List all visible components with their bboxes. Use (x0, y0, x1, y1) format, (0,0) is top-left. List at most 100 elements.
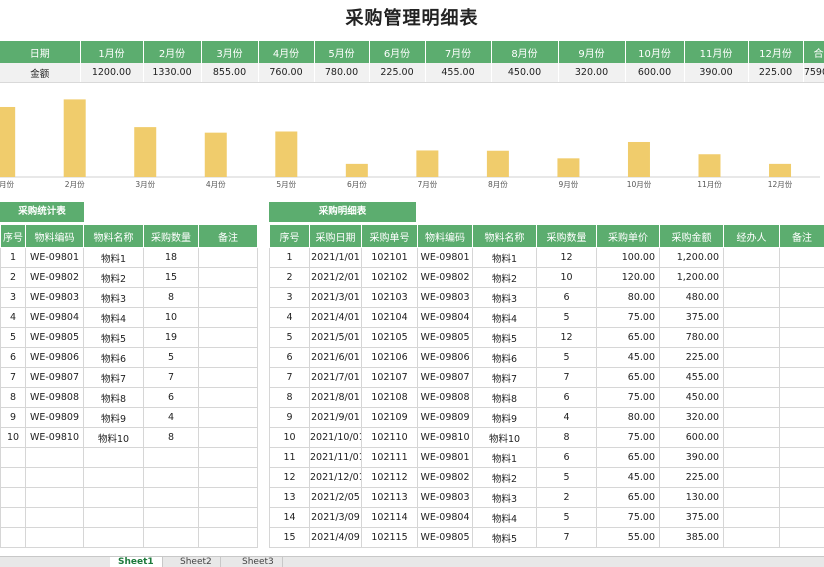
table-cell[interactable]: 物料3 (473, 288, 537, 308)
table-cell[interactable]: 320.00 (660, 408, 724, 428)
table-cell[interactable]: 102107 (362, 368, 418, 388)
table-cell[interactable]: 65.00 (597, 368, 660, 388)
table-cell[interactable] (724, 448, 780, 468)
column-header[interactable]: 备注 (199, 225, 258, 248)
empty-cell[interactable] (1, 488, 26, 508)
table-cell[interactable]: WE-09806 (418, 348, 473, 368)
table-cell[interactable] (724, 348, 780, 368)
table-cell[interactable]: WE-09803 (418, 288, 473, 308)
table-cell[interactable]: 9 (1, 408, 26, 428)
table-cell[interactable] (199, 428, 258, 448)
month-amount-cell[interactable]: 1200.00 (80, 63, 143, 83)
table-cell[interactable]: 物料1 (473, 448, 537, 468)
table-cell[interactable]: 物料9 (473, 408, 537, 428)
table-cell[interactable]: 130.00 (660, 488, 724, 508)
table-cell[interactable]: 2021/9/01 (310, 408, 362, 428)
table-cell[interactable]: 18 (144, 248, 199, 268)
table-cell[interactable]: WE-09805 (418, 328, 473, 348)
table-cell[interactable]: 225.00 (660, 348, 724, 368)
table-cell[interactable]: WE-09808 (418, 388, 473, 408)
empty-cell[interactable] (199, 468, 258, 488)
table-cell[interactable]: 7 (537, 528, 597, 548)
table-cell[interactable]: 5 (537, 468, 597, 488)
month-header-cell[interactable]: 3月份 (201, 41, 258, 63)
table-cell[interactable]: 2021/3/01 (310, 288, 362, 308)
table-cell[interactable]: 15 (270, 528, 310, 548)
column-header[interactable]: 经办人 (724, 225, 780, 248)
table-cell[interactable]: 8 (144, 288, 199, 308)
empty-cell[interactable] (84, 508, 144, 528)
month-header-cell[interactable]: 6月份 (369, 41, 425, 63)
table-cell[interactable]: 19 (144, 328, 199, 348)
table-cell[interactable]: 10 (144, 308, 199, 328)
month-header-cell[interactable]: 4月份 (258, 41, 314, 63)
table-cell[interactable]: 2021/2/05 (310, 488, 362, 508)
table-cell[interactable]: 75.00 (597, 308, 660, 328)
month-amount-cell[interactable]: 600.00 (625, 63, 684, 83)
table-cell[interactable]: WE-09806 (26, 348, 84, 368)
table-cell[interactable]: 物料9 (84, 408, 144, 428)
table-cell[interactable]: 14 (270, 508, 310, 528)
empty-cell[interactable] (1, 508, 26, 528)
table-cell[interactable]: WE-09801 (418, 248, 473, 268)
table-cell[interactable]: 6 (144, 388, 199, 408)
table-cell[interactable]: 5 (270, 328, 310, 348)
table-cell[interactable]: WE-09809 (26, 408, 84, 428)
table-cell[interactable]: 7 (144, 368, 199, 388)
total-amount-cell[interactable]: 7590.00 (803, 63, 824, 83)
table-cell[interactable] (724, 528, 780, 548)
table-cell[interactable]: WE-09803 (418, 488, 473, 508)
table-cell[interactable]: 8 (270, 388, 310, 408)
empty-cell[interactable] (1, 448, 26, 468)
month-amount-cell[interactable]: 855.00 (201, 63, 258, 83)
month-amount-cell[interactable]: 225.00 (748, 63, 803, 83)
table-cell[interactable]: 物料7 (84, 368, 144, 388)
chart-bar[interactable] (769, 164, 791, 177)
table-cell[interactable]: 5 (144, 348, 199, 368)
table-cell[interactable]: 600.00 (660, 428, 724, 448)
empty-cell[interactable] (26, 448, 84, 468)
table-cell[interactable] (780, 368, 824, 388)
table-cell[interactable]: WE-09801 (26, 248, 84, 268)
month-header-cell[interactable]: 5月份 (314, 41, 369, 63)
table-cell[interactable]: WE-09805 (26, 328, 84, 348)
table-cell[interactable]: 物料2 (473, 468, 537, 488)
table-cell[interactable]: WE-09807 (418, 368, 473, 388)
month-header-cell[interactable]: 7月份 (425, 41, 491, 63)
table-cell[interactable]: WE-09810 (418, 428, 473, 448)
table-cell[interactable]: 物料4 (473, 308, 537, 328)
table-cell[interactable] (780, 328, 824, 348)
table-cell[interactable]: 7 (270, 368, 310, 388)
chart-bar[interactable] (699, 154, 721, 177)
table-cell[interactable]: 2021/7/01 (310, 368, 362, 388)
table-cell[interactable] (780, 388, 824, 408)
table-cell[interactable] (199, 388, 258, 408)
column-header[interactable]: 采购数量 (144, 225, 199, 248)
month-header-cell[interactable]: 1月份 (80, 41, 143, 63)
table-cell[interactable] (724, 328, 780, 348)
table-cell[interactable]: 375.00 (660, 308, 724, 328)
table-cell[interactable]: 2 (537, 488, 597, 508)
chart-bar[interactable] (487, 151, 509, 177)
chart-bar[interactable] (0, 107, 15, 177)
table-cell[interactable] (724, 468, 780, 488)
table-cell[interactable]: 物料2 (473, 268, 537, 288)
table-cell[interactable]: 2021/11/01 (310, 448, 362, 468)
table-cell[interactable]: 10 (270, 428, 310, 448)
table-cell[interactable] (724, 268, 780, 288)
column-header[interactable]: 采购数量 (537, 225, 597, 248)
table-cell[interactable] (780, 508, 824, 528)
column-header[interactable]: 物料编码 (26, 225, 84, 248)
table-cell[interactable]: 4 (144, 408, 199, 428)
column-header[interactable]: 采购单价 (597, 225, 660, 248)
chart-bar[interactable] (64, 99, 86, 177)
table-cell[interactable]: 物料10 (84, 428, 144, 448)
table-cell[interactable] (199, 288, 258, 308)
table-cell[interactable] (780, 288, 824, 308)
table-cell[interactable]: 2021/2/01 (310, 268, 362, 288)
table-cell[interactable]: 2021/8/01 (310, 388, 362, 408)
column-header[interactable]: 备注 (780, 225, 824, 248)
chart-bar[interactable] (346, 164, 368, 177)
table-cell[interactable]: 6 (270, 348, 310, 368)
table-cell[interactable] (199, 328, 258, 348)
